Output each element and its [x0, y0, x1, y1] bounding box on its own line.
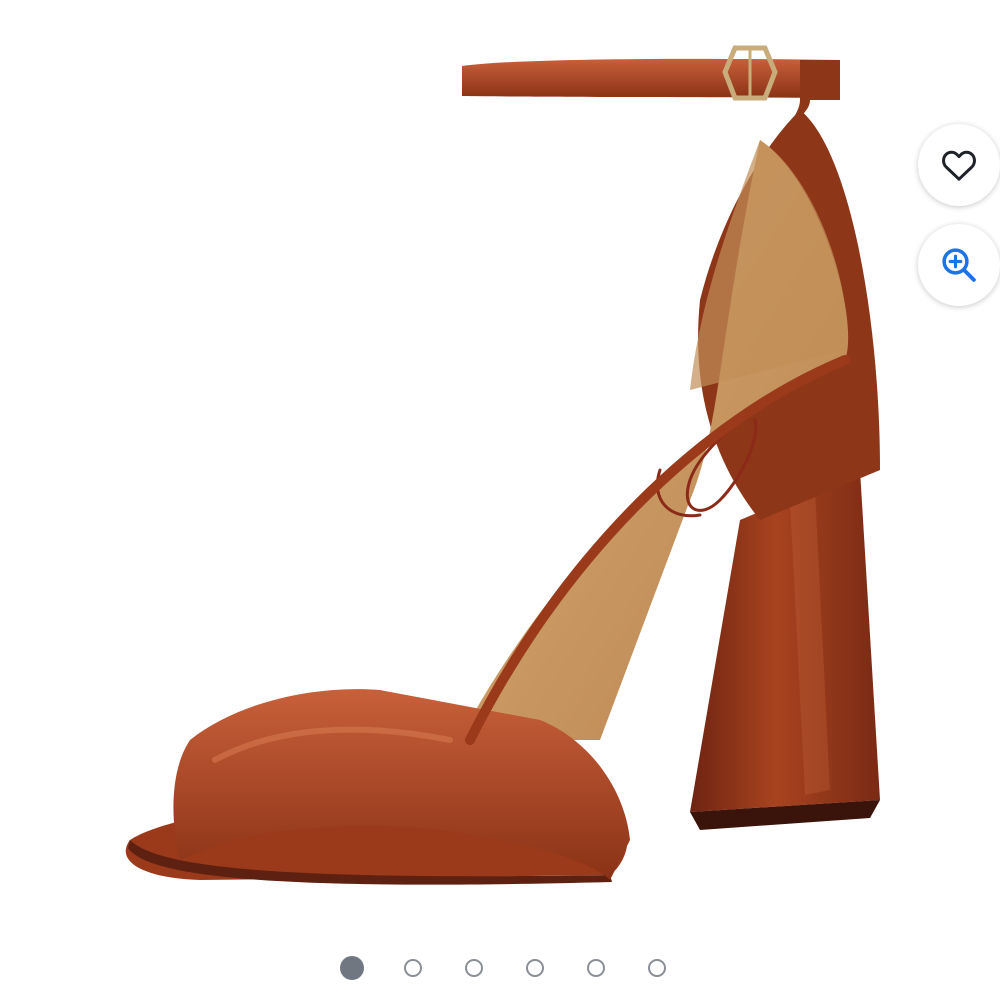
heel-block [690, 470, 880, 812]
pager-dot-3[interactable] [465, 959, 483, 977]
pager-dot-6[interactable] [648, 959, 666, 977]
product-image [125, 45, 880, 885]
pager-dot-4[interactable] [526, 959, 544, 977]
favorite-button[interactable] [918, 124, 1000, 206]
ankle-strap [462, 58, 840, 98]
pager-dot-1[interactable] [340, 956, 364, 980]
pager-dot-5[interactable] [587, 959, 605, 977]
zoom-in-icon [942, 248, 976, 282]
heart-icon [942, 150, 976, 181]
zoom-button[interactable] [918, 224, 1000, 306]
product-gallery [0, 0, 1000, 1000]
image-pager [340, 956, 680, 980]
pager-dot-2[interactable] [404, 959, 422, 977]
